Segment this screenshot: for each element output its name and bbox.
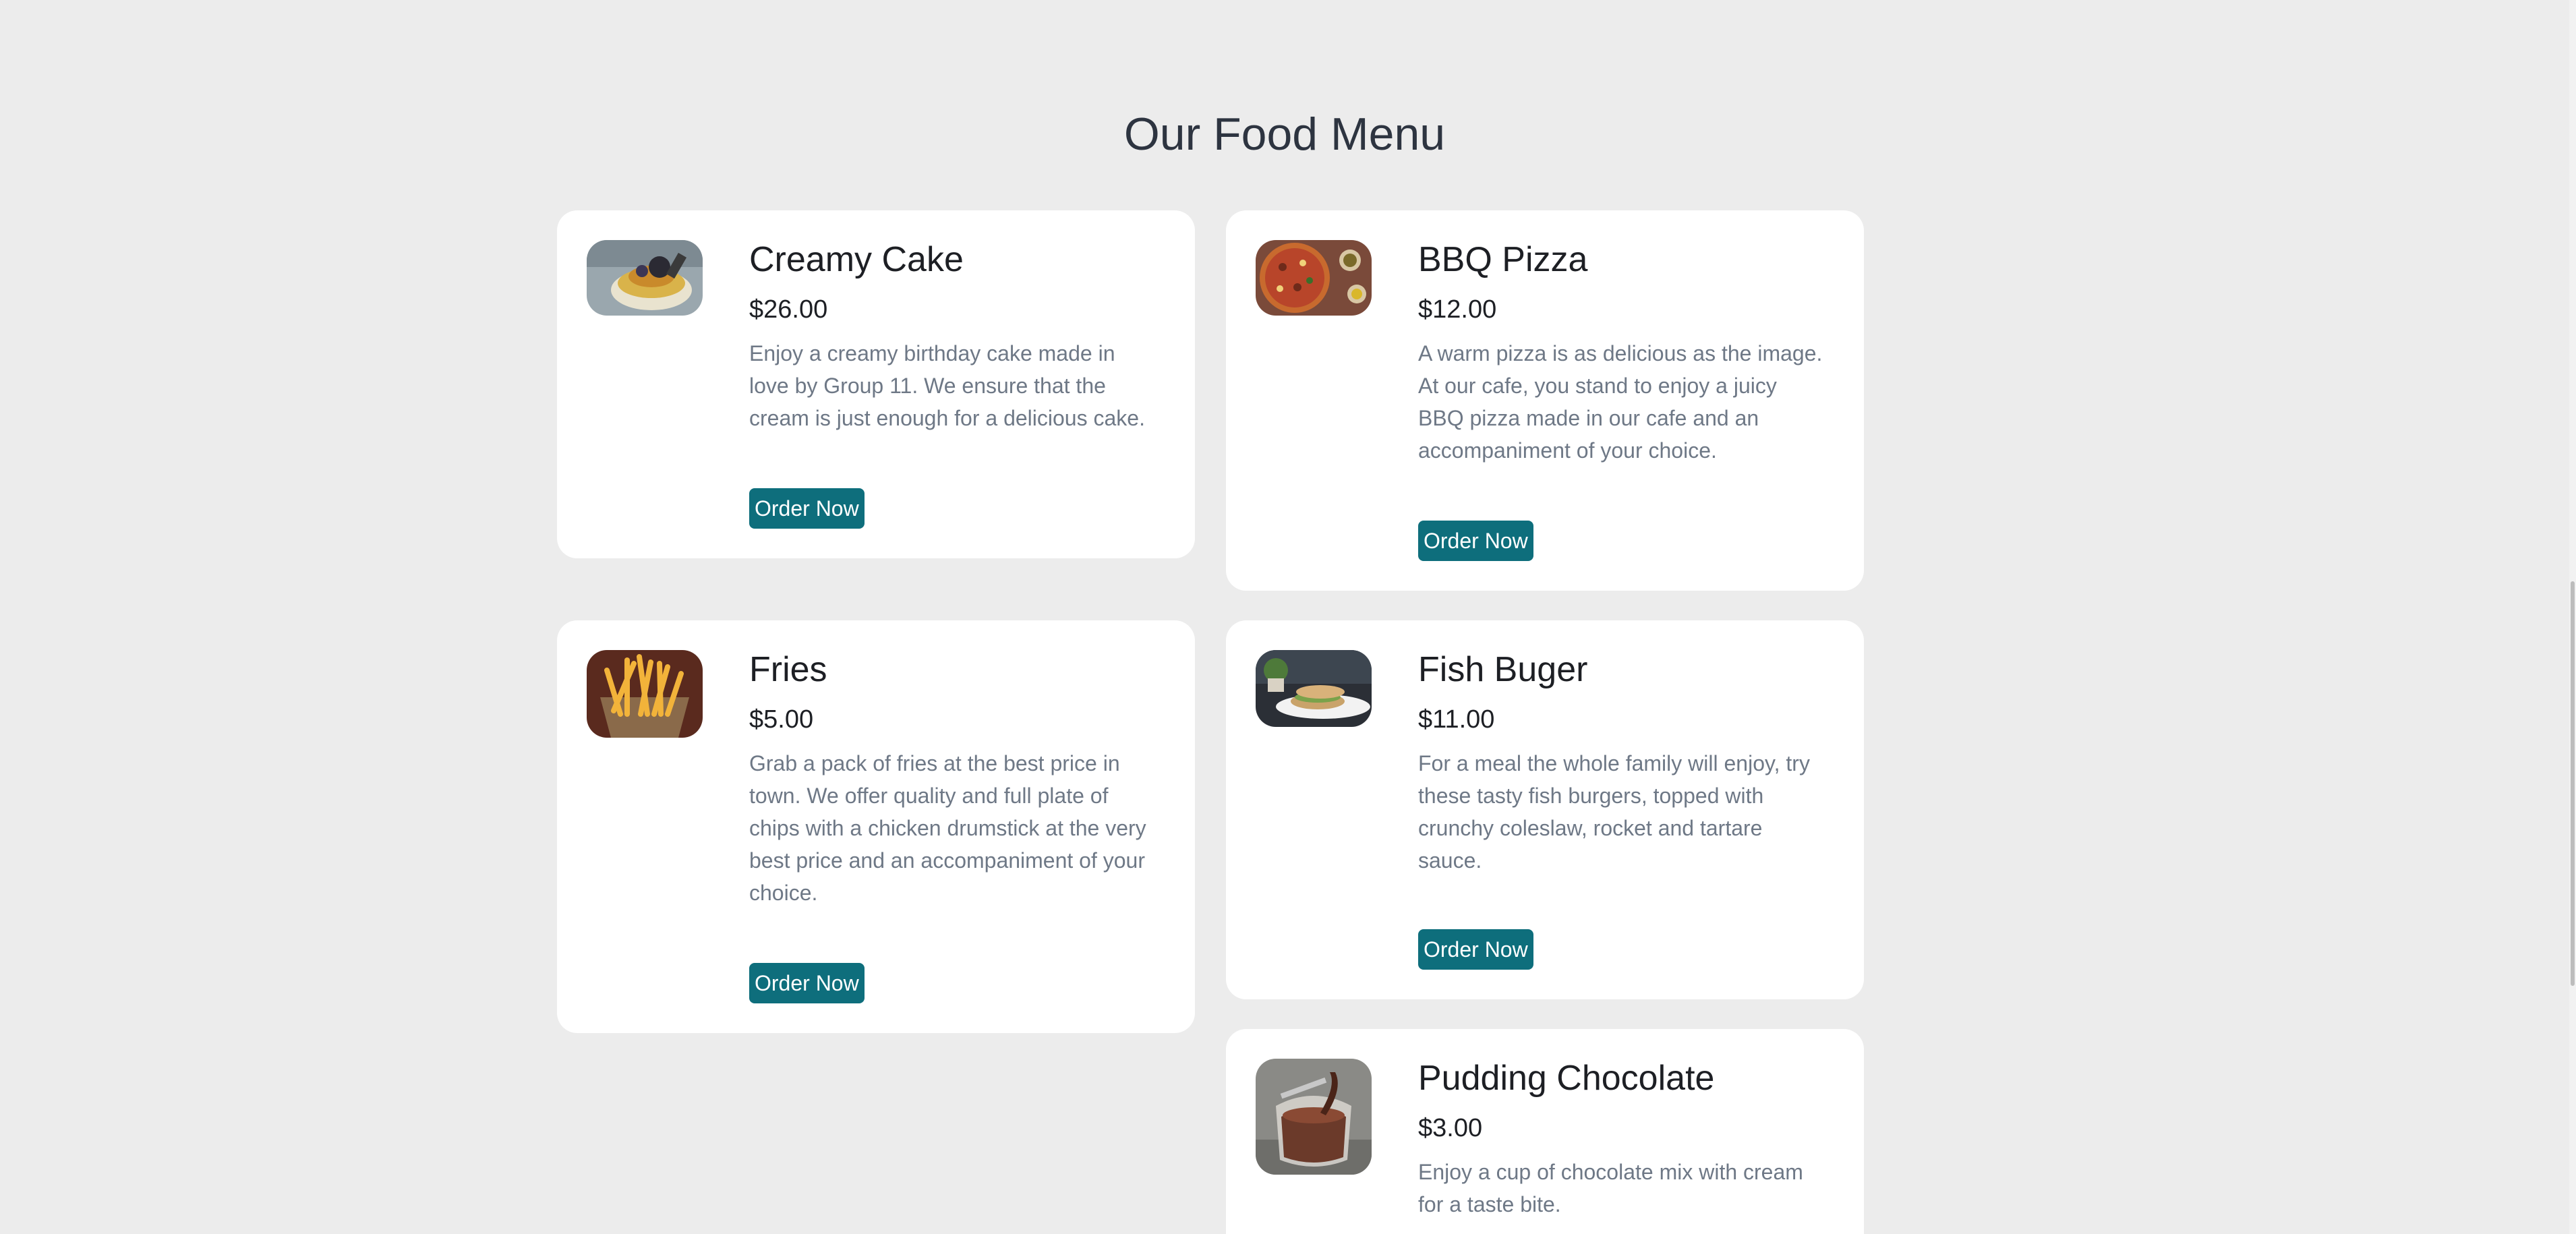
scrollbar-thumb[interactable] xyxy=(2571,581,2575,986)
scrollbar-track[interactable] xyxy=(2569,0,2576,1234)
menu-card-bbq-pizza: BBQ Pizza $12.00 A warm pizza is as deli… xyxy=(1226,210,1864,591)
menu-card-creamy-cake: Creamy Cake $26.00 Enjoy a creamy birthd… xyxy=(557,210,1195,558)
item-description: Grab a pack of fries at the best price i… xyxy=(749,751,1146,905)
fish-buger-image xyxy=(1256,650,1372,727)
item-description: Enjoy a cup of chocolate mix with cream … xyxy=(1418,1160,1803,1216)
card-body: Fries $5.00 Grab a pack of fries at the … xyxy=(749,646,1154,909)
item-description: For a meal the whole family will enjoy, … xyxy=(1418,751,1810,873)
order-now-button[interactable]: Order Now xyxy=(749,963,865,1003)
item-price: $12.00 xyxy=(1418,295,1497,324)
order-now-button[interactable]: Order Now xyxy=(1418,521,1533,561)
card-body: Pudding Chocolate $3.00 Enjoy a cup of c… xyxy=(1418,1055,1823,1221)
item-price: $5.00 xyxy=(749,705,814,734)
menu-card-fries: Fries $5.00 Grab a pack of fries at the … xyxy=(557,620,1195,1033)
card-body: BBQ Pizza $12.00 A warm pizza is as deli… xyxy=(1418,236,1823,467)
page-title: Our Food Menu xyxy=(1123,109,1446,160)
order-now-button[interactable]: Order Now xyxy=(1418,929,1533,970)
item-name: BBQ Pizza xyxy=(1418,240,1588,279)
item-price: $11.00 xyxy=(1418,705,1495,734)
card-body: Creamy Cake $26.00 Enjoy a creamy birthd… xyxy=(749,236,1154,434)
fries-image xyxy=(587,650,703,738)
item-name: Fries xyxy=(749,650,827,689)
item-name: Creamy Cake xyxy=(749,240,964,279)
item-name: Pudding Chocolate xyxy=(1418,1059,1715,1098)
menu-card-fish-buger: Fish Buger $11.00 For a meal the whole f… xyxy=(1226,620,1864,999)
page: Our Food Menu Creamy Cake $26.00 Enjoy a… xyxy=(0,0,2576,1234)
item-name: Fish Buger xyxy=(1418,650,1588,689)
menu-card-pudding-chocolate: Pudding Chocolate $3.00 Enjoy a cup of c… xyxy=(1226,1029,1864,1234)
item-price: $26.00 xyxy=(749,295,828,324)
order-now-button[interactable]: Order Now xyxy=(749,488,865,529)
item-price: $3.00 xyxy=(1418,1114,1483,1142)
item-description: A warm pizza is as delicious as the imag… xyxy=(1418,341,1823,463)
item-description: Enjoy a creamy birthday cake made in lov… xyxy=(749,341,1145,430)
creamy-cake-image xyxy=(587,240,703,316)
pudding-chocolate-image xyxy=(1256,1059,1372,1175)
bbq-pizza-image xyxy=(1256,240,1372,316)
card-body: Fish Buger $11.00 For a meal the whole f… xyxy=(1418,646,1823,877)
